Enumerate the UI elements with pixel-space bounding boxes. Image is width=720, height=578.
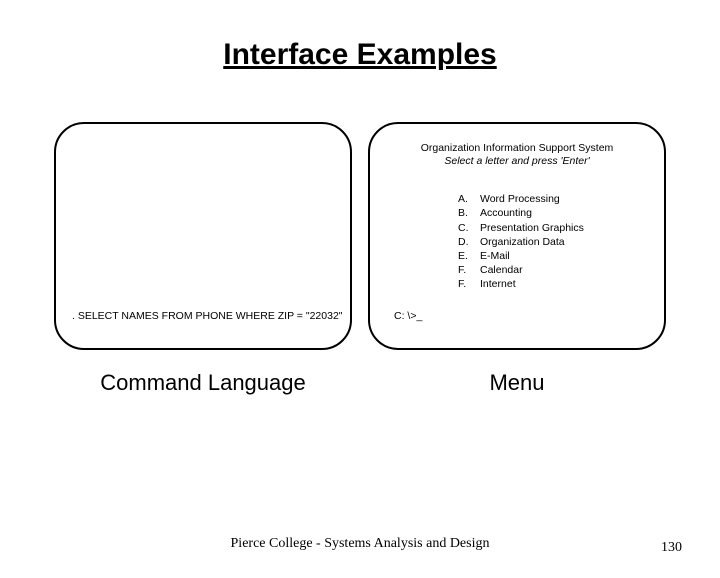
menu-header: Organization Information Support System … bbox=[386, 142, 648, 168]
menu-item-letter: A. bbox=[458, 192, 472, 206]
left-panel-label: Command Language bbox=[54, 370, 352, 396]
page-number: 130 bbox=[661, 540, 682, 556]
menu-item: B. Accounting bbox=[458, 206, 648, 220]
menu-panel: Organization Information Support System … bbox=[368, 122, 666, 350]
footer-text: Pierce College - Systems Analysis and De… bbox=[0, 536, 720, 552]
menu-item-text: Internet bbox=[480, 277, 516, 291]
menu-item-text: Word Processing bbox=[480, 192, 560, 206]
menu-item-letter: F. bbox=[458, 277, 472, 291]
menu-item-text: Calendar bbox=[480, 263, 523, 277]
menu-item: F. Calendar bbox=[458, 263, 648, 277]
command-text: . SELECT NAMES FROM PHONE WHERE ZIP = "2… bbox=[72, 310, 343, 322]
menu-header-title: Organization Information Support System bbox=[386, 142, 648, 155]
menu-item-text: Organization Data bbox=[480, 235, 565, 249]
menu-item-letter: C. bbox=[458, 221, 472, 235]
menu-item: A. Word Processing bbox=[458, 192, 648, 206]
menu-item: D. Organization Data bbox=[458, 235, 648, 249]
menu-item: E. E-Mail bbox=[458, 249, 648, 263]
panels-row: . SELECT NAMES FROM PHONE WHERE ZIP = "2… bbox=[0, 122, 720, 350]
menu-item-text: Presentation Graphics bbox=[480, 221, 584, 235]
menu-item-letter: E. bbox=[458, 249, 472, 263]
labels-row: Command Language Menu bbox=[0, 370, 720, 396]
menu-subtitle: Select a letter and press 'Enter' bbox=[386, 155, 648, 168]
slide-title: Interface Examples bbox=[0, 38, 720, 72]
menu-item-letter: D. bbox=[458, 235, 472, 249]
command-language-panel: . SELECT NAMES FROM PHONE WHERE ZIP = "2… bbox=[54, 122, 352, 350]
menu-item-letter: B. bbox=[458, 206, 472, 220]
menu-item-text: E-Mail bbox=[480, 249, 510, 263]
menu-item: F. Internet bbox=[458, 277, 648, 291]
right-panel-label: Menu bbox=[368, 370, 666, 396]
dos-prompt: C: \>_ bbox=[394, 310, 422, 322]
menu-item-text: Accounting bbox=[480, 206, 532, 220]
menu-list: A. Word Processing B. Accounting C. Pres… bbox=[458, 192, 648, 291]
menu-item: C. Presentation Graphics bbox=[458, 221, 648, 235]
menu-item-letter: F. bbox=[458, 263, 472, 277]
